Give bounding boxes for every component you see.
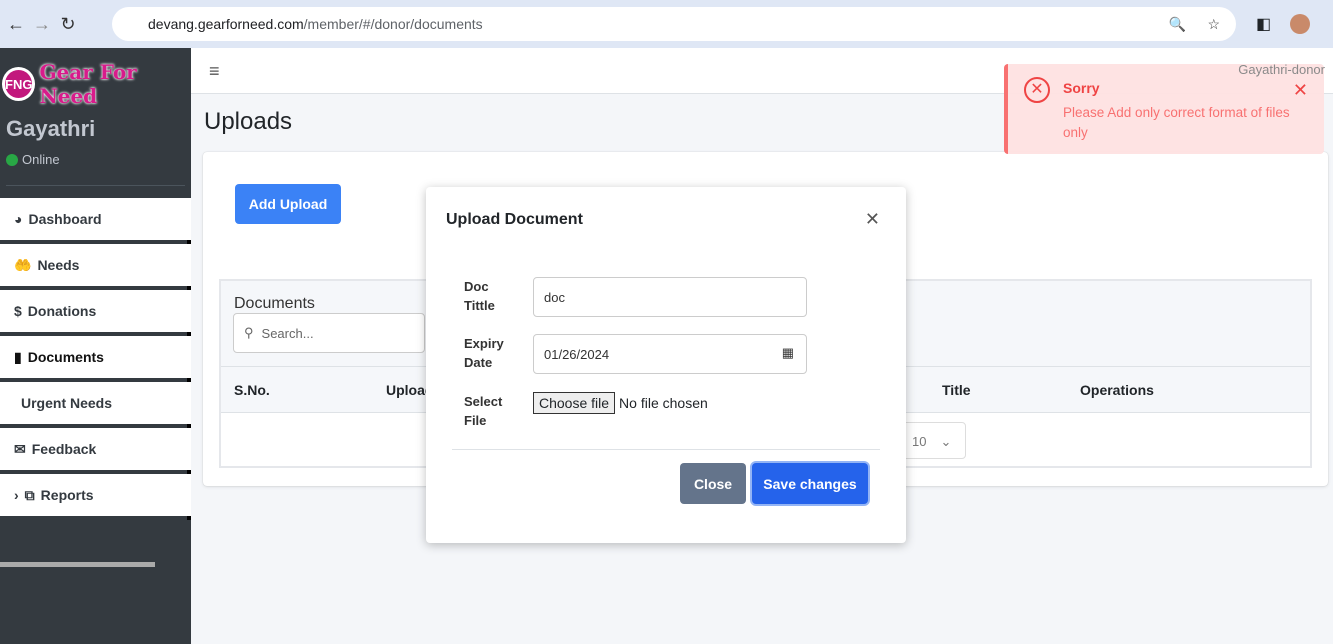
sidepanel-icon[interactable]: ◧ bbox=[1256, 14, 1271, 34]
column-header-sno: S.No. bbox=[234, 382, 270, 398]
url-path: /member/#/donor/documents bbox=[303, 16, 483, 32]
file-input[interactable]: Choose file No file chosen bbox=[533, 392, 708, 414]
copy-icon: ⧉ bbox=[24, 486, 35, 503]
column-header-title: Title bbox=[942, 382, 971, 398]
zoom-icon[interactable]: 🔍 bbox=[1169, 16, 1186, 33]
add-upload-button[interactable]: Add Upload bbox=[235, 184, 341, 224]
modal-title: Upload Document bbox=[446, 211, 583, 228]
online-status: Online bbox=[6, 152, 60, 167]
browser-toolbar: ← → ↻ devang.gearforneed.com/member/#/do… bbox=[0, 0, 1333, 48]
no-file-text: No file chosen bbox=[619, 395, 708, 411]
page-size-select[interactable]: 10 ⌄ bbox=[899, 422, 966, 459]
toast-close-icon[interactable]: ✕ bbox=[1293, 80, 1308, 101]
error-circle-icon: ✕ bbox=[1024, 77, 1050, 103]
url-host: devang.gearforneed.com bbox=[148, 16, 304, 32]
logo-mark: FNG bbox=[2, 67, 36, 101]
sidebar-item-needs[interactable]: 🤲 Needs bbox=[0, 244, 191, 290]
sidebar-item-feedback[interactable]: ✉ Feedback bbox=[0, 428, 191, 474]
column-header-operations: Operations bbox=[1080, 382, 1154, 398]
sidebar-item-label: Reports bbox=[40, 487, 94, 503]
sidebar-item-label: Urgent Needs bbox=[21, 395, 113, 411]
sidebar-item-urgent-needs[interactable]: Urgent Needs bbox=[0, 382, 191, 428]
sidebar: FNG Gear For Need Gayathri Online ◕ Dashbo… bbox=[0, 48, 191, 644]
sidebar-scrollbar[interactable] bbox=[0, 562, 155, 567]
save-changes-button[interactable]: Save changes bbox=[752, 463, 868, 504]
back-icon[interactable]: ← bbox=[6, 14, 26, 35]
logo-text: Gear For Need bbox=[39, 60, 137, 108]
address-bar[interactable]: devang.gearforneed.com/member/#/donor/do… bbox=[112, 7, 1236, 41]
hand-holding-icon: 🤲 bbox=[14, 256, 32, 273]
divider bbox=[6, 185, 185, 186]
search-placeholder: Search... bbox=[261, 325, 314, 341]
search-input[interactable]: ⚲ Search... bbox=[233, 313, 425, 353]
sidebar-item-label: Documents bbox=[27, 349, 104, 365]
documents-title: Documents bbox=[234, 295, 315, 312]
sidebar-item-label: Donations bbox=[27, 303, 97, 319]
upload-document-modal: Upload Document ✕ Doc Tittle doc Expiry … bbox=[426, 187, 906, 543]
sidebar-item-reports[interactable]: › ⧉ Reports bbox=[0, 474, 191, 520]
envelope-icon: ✉ bbox=[14, 440, 26, 457]
sidebar-item-documents[interactable]: ▮ Documents bbox=[0, 336, 191, 382]
search-icon: ⚲ bbox=[244, 325, 254, 340]
calendar-icon[interactable]: ▦ bbox=[782, 345, 794, 361]
sidebar-item-label: Needs bbox=[37, 257, 80, 273]
expiry-date-label: Expiry Date bbox=[464, 336, 504, 370]
sidebar-item-dashboard[interactable]: ◕ Dashboard bbox=[0, 198, 191, 244]
sidebar-item-label: Feedback bbox=[31, 441, 97, 457]
donate-icon: $ bbox=[14, 303, 22, 319]
close-icon[interactable]: ✕ bbox=[865, 209, 880, 230]
user-menu[interactable]: Gayathri-donor bbox=[1238, 62, 1325, 77]
expiry-date-input[interactable]: 01/26/2024 ▦ bbox=[533, 334, 807, 374]
toast-title: Sorry bbox=[1063, 80, 1100, 96]
logo[interactable]: FNG Gear For Need bbox=[2, 60, 191, 108]
chevron-right-icon: › bbox=[14, 487, 19, 503]
choose-file-button[interactable]: Choose file bbox=[533, 392, 616, 414]
modal-divider bbox=[452, 449, 880, 450]
forward-icon[interactable]: → bbox=[32, 14, 52, 35]
sidebar-menu: ◕ Dashboard 🤲 Needs $ Donations ▮ Documents … bbox=[0, 198, 191, 520]
doc-title-input[interactable]: doc bbox=[533, 277, 807, 317]
file-icon: ▮ bbox=[14, 348, 22, 365]
status-dot-icon bbox=[6, 153, 18, 166]
error-toast: ✕ Sorry Please Add only correct format o… bbox=[1004, 64, 1324, 154]
chevron-down-icon: ⌄ bbox=[940, 434, 952, 449]
select-file-label: Select File bbox=[464, 394, 503, 428]
sidebar-item-label: Dashboard bbox=[28, 211, 102, 227]
profile-avatar[interactable] bbox=[1290, 14, 1310, 34]
expiry-date-value: 01/26/2024 bbox=[544, 347, 610, 362]
user-name: Gayathri bbox=[6, 116, 96, 141]
reload-icon[interactable]: ↻ bbox=[58, 14, 78, 35]
doc-title-label: Doc Tittle bbox=[464, 279, 495, 313]
close-button[interactable]: Close bbox=[680, 463, 746, 504]
toast-message: Please Add only correct format of files … bbox=[1063, 105, 1290, 140]
sidebar-item-donations[interactable]: $ Donations bbox=[0, 290, 191, 336]
star-icon[interactable]: ☆ bbox=[1207, 16, 1220, 33]
status-text: Online bbox=[22, 152, 60, 167]
hamburger-menu-icon[interactable]: ≡ bbox=[209, 61, 220, 82]
pie-chart-icon: ◕ bbox=[14, 211, 23, 227]
page-size-value: 10 bbox=[912, 434, 927, 449]
page-title: Uploads bbox=[204, 108, 293, 135]
